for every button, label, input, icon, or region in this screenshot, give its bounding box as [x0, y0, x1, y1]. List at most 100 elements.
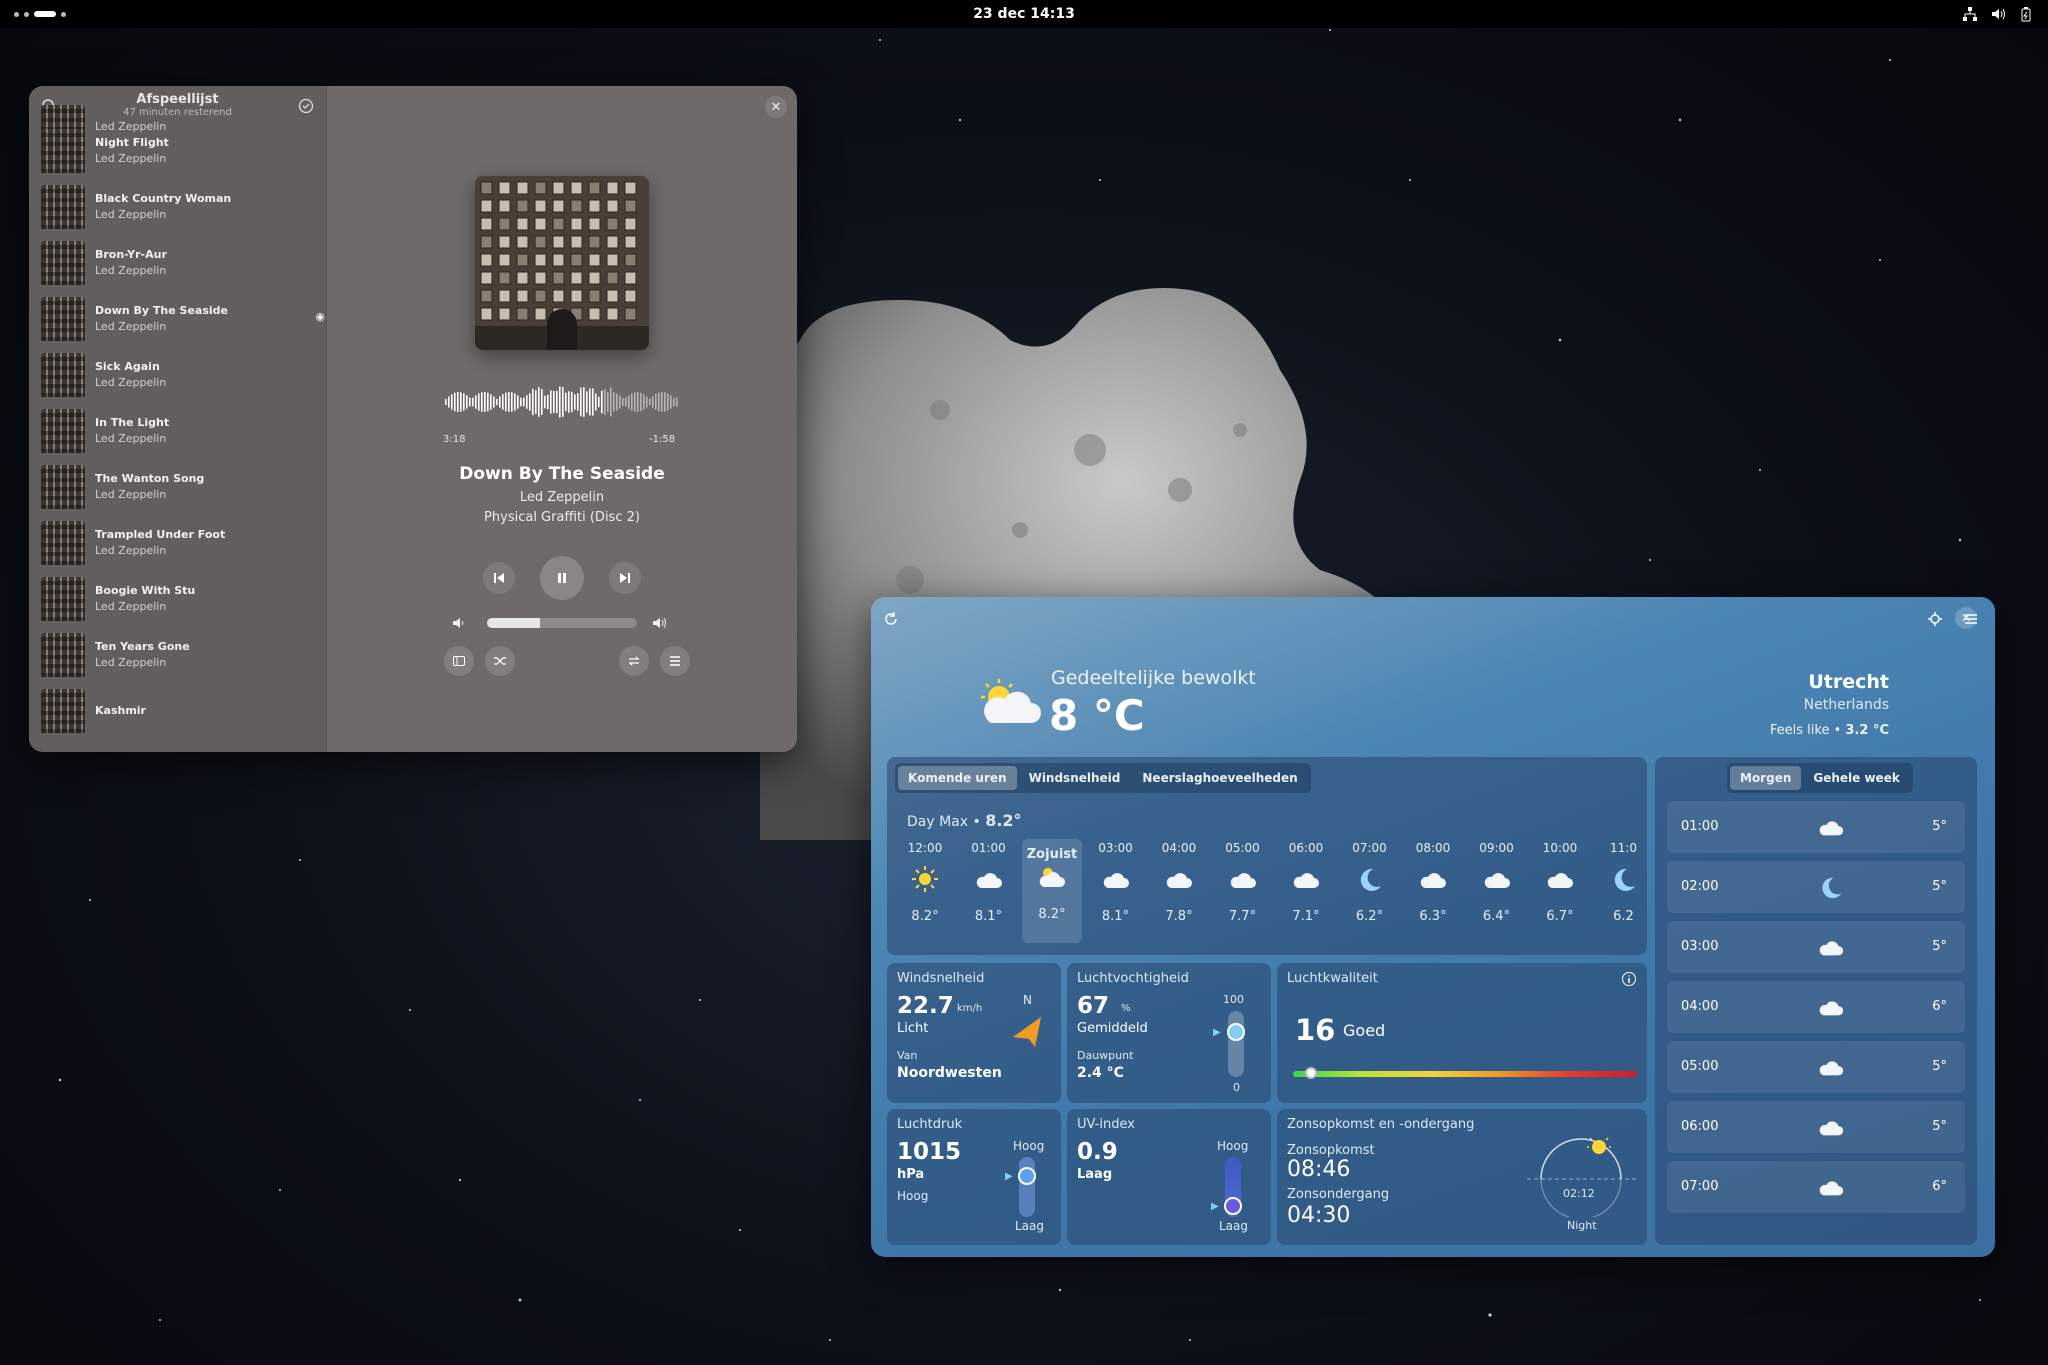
hour-temp: 8.1° — [1101, 909, 1130, 924]
location-button[interactable] — [1923, 607, 1947, 631]
forecast-temp: 5° — [1932, 879, 1947, 894]
track-artist: Led Zeppelin — [95, 208, 167, 221]
forecast-row[interactable]: 06:00 5° — [1667, 1101, 1965, 1153]
system-tray[interactable] — [1962, 6, 2034, 22]
tab-komende-uren[interactable]: Komende uren — [898, 766, 1017, 790]
hourly-tabs: Komende uren Windsnelheid Neerslaghoeveelh… — [895, 763, 1311, 793]
track-row[interactable]: Down By The Seaside Led Zeppelin ◉ — [41, 296, 325, 342]
track-row[interactable]: Ten Years Gone Led Zeppelin — [41, 632, 321, 678]
tab-neerslaghoeveelheden[interactable]: Neerslaghoeveelheden — [1132, 766, 1307, 790]
track-row[interactable]: Night Flight Led Zeppelin — [41, 128, 321, 174]
volume-slider[interactable] — [487, 618, 637, 628]
track-row[interactable]: Boogie With Stu Led Zeppelin — [41, 576, 321, 622]
track-row[interactable]: Sick Again Led Zeppelin — [41, 352, 321, 398]
location-icon — [1928, 612, 1942, 626]
volume-low-icon — [453, 618, 464, 628]
hour-item[interactable]: 10:00 6.7° — [1530, 841, 1590, 924]
track-thumbnail — [41, 689, 85, 733]
workspace-indicator[interactable] — [14, 11, 66, 17]
hour-item[interactable]: 01:00 8.1° — [959, 841, 1019, 924]
wind-title: Windsnelheid — [897, 971, 985, 986]
track-title: Kashmir — [95, 704, 146, 717]
track-row[interactable]: Bron-Yr-Aur Led Zeppelin — [41, 240, 321, 286]
feels-like-value: 3.2 °C — [1845, 723, 1889, 738]
forecast-row[interactable]: 05:00 5° — [1667, 1041, 1965, 1093]
hour-item[interactable]: 09:00 6.4° — [1467, 841, 1527, 924]
hour-item[interactable]: 08:00 6.3° — [1403, 841, 1463, 924]
hour-item[interactable]: 11:0 6.2 — [1594, 841, 1654, 924]
hour-item[interactable]: Zojuist 8.2° — [1022, 839, 1082, 943]
tab-gehele-week[interactable]: Gehele week — [1803, 766, 1909, 790]
track-title: Night Flight — [95, 136, 169, 149]
tab-windsnelheid[interactable]: Windsnelheid — [1019, 766, 1131, 790]
pressure-unit: hPa — [897, 1167, 925, 1182]
hourly-forecast-card: Komende uren Windsnelheid Neerslaghoeveelh… — [887, 757, 1647, 955]
track-row[interactable]: Black Country Woman Led Zeppelin — [41, 184, 321, 230]
cloud-icon — [1230, 873, 1256, 888]
uv-desc: Laag — [1077, 1167, 1113, 1182]
pressure-title: Luchtdruk — [897, 1117, 963, 1132]
forecast-row[interactable]: 04:00 6° — [1667, 981, 1965, 1033]
forecast-temp: 5° — [1932, 1119, 1947, 1134]
track-artist: Led Zeppelin — [95, 432, 167, 445]
pause-button[interactable] — [540, 556, 584, 600]
forecast-temp: 5° — [1932, 819, 1947, 834]
forecast-row[interactable]: 02:00 5° — [1667, 861, 1965, 913]
wind-from-label: Van — [897, 1049, 918, 1062]
track-title: Boogie With Stu — [95, 584, 196, 597]
sun-dial-label: Night — [1567, 1219, 1597, 1232]
next-button[interactable] — [609, 562, 641, 594]
forecast-row[interactable]: 03:00 5° — [1667, 921, 1965, 973]
wind-desc: Licht — [897, 1021, 929, 1036]
daily-forecast-card: Morgen Gehele week 01:00 5° 02:00 5° 03:00 … — [1655, 757, 1977, 1245]
previous-button[interactable] — [483, 562, 515, 594]
info-icon[interactable] — [1621, 971, 1637, 987]
forecast-time: 05:00 — [1681, 1059, 1719, 1074]
humidity-title: Luchtvochtigheid — [1077, 971, 1189, 986]
cloud-icon — [1819, 941, 1844, 956]
cloud-icon — [1166, 873, 1192, 888]
cloud-icon — [1420, 873, 1446, 888]
hour-item[interactable]: 06:00 7.1° — [1276, 841, 1336, 924]
now-playing-panel: ✕ 3:18 -1:58 Down By The Seaside Led Zep… — [327, 86, 797, 752]
cloud-icon — [1103, 873, 1129, 888]
track-row[interactable]: The Wanton Song Led Zeppelin — [41, 464, 321, 510]
humidity-value: 67 — [1077, 993, 1110, 1019]
uv-scale-low: Laag — [1219, 1219, 1249, 1233]
track-title: Bron-Yr-Aur — [95, 248, 167, 261]
track-thumbnail — [41, 633, 85, 677]
wind-value: 22.7 — [897, 993, 954, 1019]
track-row[interactable]: Trampled Under Foot Led Zeppelin — [41, 520, 321, 566]
queue-menu-button[interactable] — [660, 646, 690, 676]
hour-item[interactable]: 07:00 6.2° — [1340, 841, 1400, 924]
waveform-seekbar[interactable] — [445, 382, 679, 422]
track-row[interactable]: In The Light Led Zeppelin — [41, 408, 321, 454]
clock[interactable]: 23 dec 14:13 — [973, 6, 1075, 22]
humidity-unit: % — [1121, 1003, 1131, 1014]
pressure-scale-low: Laag — [1015, 1219, 1045, 1233]
track-thumbnail — [41, 297, 85, 341]
close-button[interactable]: ✕ — [765, 96, 787, 118]
repeat-button[interactable] — [619, 646, 649, 676]
forecast-time: 04:00 — [1681, 999, 1719, 1014]
track-thumbnail — [41, 241, 85, 285]
skip-forward-icon — [620, 573, 630, 583]
close-button[interactable]: ✕ — [1955, 607, 1977, 629]
day-max-value: 8.2° — [985, 811, 1022, 830]
forecast-row[interactable]: 07:00 6° — [1667, 1161, 1965, 1213]
wind-arrow-icon — [1013, 1017, 1041, 1047]
toggle-sidebar-button[interactable] — [444, 646, 474, 676]
track-thumbnail — [41, 129, 85, 173]
forecast-row[interactable]: 01:00 5° — [1667, 801, 1965, 853]
hour-item[interactable]: 12:00 8.2° — [895, 841, 955, 924]
hour-item[interactable]: 04:00 7.8° — [1149, 841, 1209, 924]
cloud-icon — [1547, 873, 1573, 888]
shuffle-button[interactable] — [485, 646, 515, 676]
tab-morgen[interactable]: Morgen — [1730, 766, 1802, 790]
hour-item[interactable]: 03:00 8.1° — [1086, 841, 1146, 924]
refresh-button[interactable] — [879, 607, 903, 631]
day-max-label: Day Max • — [907, 814, 981, 830]
hour-item[interactable]: 05:00 7.7° — [1213, 841, 1273, 924]
track-row[interactable]: Kashmir — [41, 688, 321, 734]
track-thumbnail — [41, 353, 85, 397]
